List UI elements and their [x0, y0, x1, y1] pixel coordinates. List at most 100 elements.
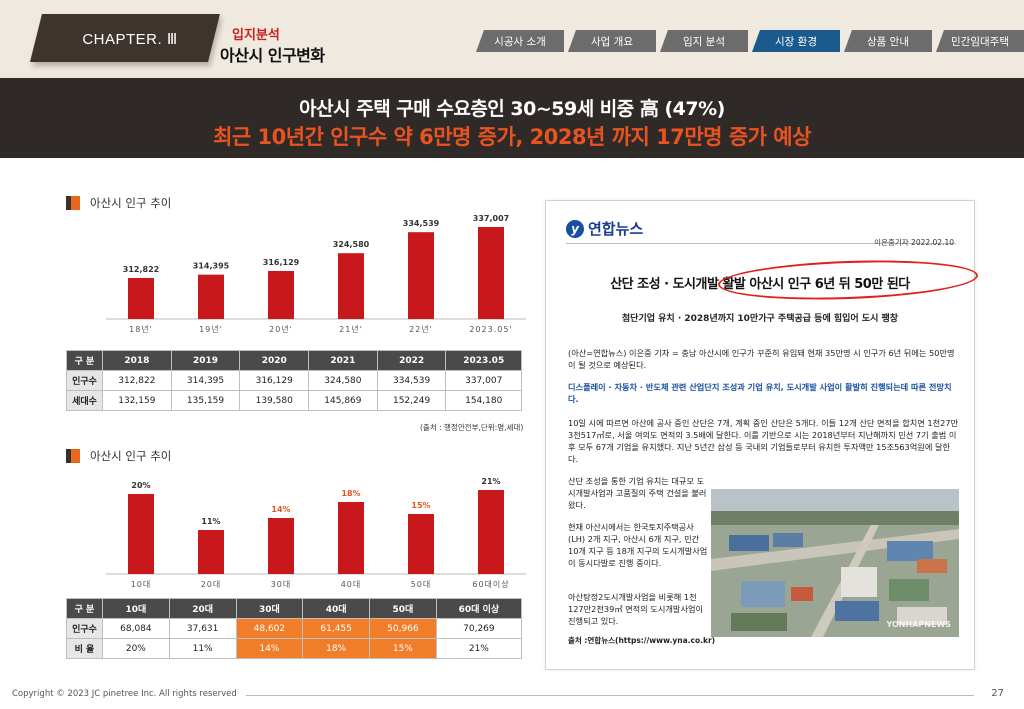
- table-header-row: 구 분 2018 2019 2020 2021 2022 2023.05: [66, 350, 522, 371]
- nav-tab-company[interactable]: 시공사 소개: [476, 30, 564, 52]
- table-row: 인구수 312,822 314,395 316,129 324,580 334,…: [66, 370, 522, 391]
- table-header-cell: 2023.05: [445, 350, 522, 371]
- table-header-cell: 60대 이상: [435, 598, 523, 619]
- chart-bar: [338, 253, 364, 319]
- table-cell: 314,395: [170, 370, 241, 391]
- age-distribution-title: 아산시 인구 추이: [66, 448, 171, 464]
- x-tick-label: 60대이상: [472, 579, 509, 589]
- news-logo: y 연합뉴스: [566, 218, 643, 239]
- row-label: 세대수: [66, 390, 103, 411]
- data-label: 314,395: [193, 262, 230, 271]
- nav-tab-rental[interactable]: 민간임대주택: [936, 30, 1024, 52]
- aerial-photo-illustration: [711, 489, 959, 637]
- page-number: 27: [991, 688, 1004, 699]
- top-nav: 시공사 소개 사업 개요 입지 분석 시장 환경 상품 안내 민간임대주택: [476, 30, 1024, 52]
- chart-bar: [128, 494, 154, 574]
- table-cell: 70,269: [435, 618, 523, 639]
- section-bullet-icon: [66, 449, 80, 463]
- population-table: 구 분 2018 2019 2020 2021 2022 2023.05 인구수…: [66, 350, 522, 411]
- table-cell-highlight: 18%: [302, 638, 370, 659]
- table-cell: 334,539: [376, 370, 447, 391]
- yonhap-logo-icon: y: [566, 219, 584, 238]
- news-paragraph: 10일 시에 따르면 아산에 공사 중인 산단은 7개, 계획 중인 산단은 5…: [568, 418, 959, 464]
- chart-bar: [198, 530, 224, 574]
- data-label: 18%: [341, 489, 360, 498]
- nav-tab-product[interactable]: 상품 안내: [844, 30, 932, 52]
- table-cell-highlight: 61,455: [302, 618, 370, 639]
- chart-bar: [408, 232, 434, 319]
- copyright: Copyright © 2023 JC pinetree Inc. All ri…: [12, 689, 237, 699]
- table-cell: 145,869: [308, 390, 378, 411]
- header: CHAPTER. Ⅲ 입지분석 아산시 인구변화 시공사 소개 사업 개요 입지…: [0, 0, 1024, 78]
- chart-bar: [268, 271, 294, 319]
- data-label: 312,822: [123, 265, 159, 274]
- table-cell: 154,180: [445, 390, 522, 411]
- banner-headline: 아산시 주택 구매 수요층인 30~59세 비중 高 (47%): [299, 98, 725, 120]
- news-paragraph: 산단 조성을 통한 기업 유치는 대규모 도시개발사업과 고품질의 주택 건설을…: [568, 476, 707, 510]
- x-tick-label: 21년': [339, 324, 363, 334]
- x-tick-label: 19년': [199, 324, 223, 334]
- row-label: 인구수: [66, 618, 103, 639]
- table-cell: 37,631: [168, 618, 237, 639]
- age-bar-chart: 20% 10대 11% 20대 14% 30대 18% 40대 15% 50대 21% 60대이상: [106, 477, 526, 589]
- table-header-cell: 40대: [302, 598, 370, 619]
- x-tick-label: 20년': [269, 324, 293, 334]
- page-title: 아산시 인구변화: [220, 46, 325, 65]
- photo-watermark: YONHAPNEWS: [886, 620, 952, 629]
- x-tick-label: 50대: [411, 580, 432, 589]
- news-paragraph-highlight: 디스플레이 · 자동차 · 반도체 관련 산업단지 조성과 기업 유치, 도시개…: [568, 382, 952, 404]
- data-label: 316,129: [263, 258, 300, 267]
- news-logo-text: 연합뉴스: [588, 220, 644, 238]
- nav-tab-market[interactable]: 시장 환경: [752, 30, 840, 52]
- table-header-cell: 구 분: [66, 350, 103, 371]
- x-tick-label: 10대: [131, 580, 152, 589]
- table-row: 세대수 132,159 135,159 139,580 145,869 152,…: [66, 390, 522, 411]
- data-label: 21%: [481, 477, 500, 486]
- data-label: 337,007: [473, 214, 509, 223]
- chart-bar: [478, 227, 504, 319]
- nav-tab-project[interactable]: 사업 개요: [568, 30, 656, 52]
- news-paragraph: (아산=연합뉴스) 이은중 기자 = 충남 아산시에 인구가 꾸준히 유입돼 현…: [568, 348, 955, 370]
- table-header-cell: 50대: [369, 598, 437, 619]
- age-table: 구 분 10대 20대 30대 40대 50대 60대 이상 인구수 68,08…: [66, 598, 523, 659]
- news-byline: 이은중기자 2022.02.10: [874, 238, 954, 247]
- highlight-circle: [717, 256, 979, 304]
- footer-divider: [246, 695, 974, 696]
- table-header-row: 구 분 10대 20대 30대 40대 50대 60대 이상: [66, 598, 523, 619]
- chapter-label: CHAPTER. Ⅲ: [82, 31, 178, 48]
- table-cell-highlight: 15%: [369, 638, 437, 659]
- table-source: (출처 : 행정안전부,단위:명,세대): [420, 423, 524, 432]
- x-tick-label: 40대: [341, 580, 362, 589]
- nav-tab-location[interactable]: 입지 분석: [660, 30, 748, 52]
- table-cell: 21%: [435, 638, 523, 659]
- x-tick-label: 2023.05': [469, 325, 512, 334]
- table-cell: 11%: [168, 638, 237, 659]
- table-header-cell: 10대: [102, 598, 170, 619]
- table-cell-highlight: 50,966: [369, 618, 437, 639]
- table-cell: 135,159: [170, 390, 241, 411]
- table-cell: 139,580: [239, 390, 310, 411]
- data-label: 14%: [271, 505, 290, 514]
- headline-banner: 아산시 주택 구매 수요층인 30~59세 비중 高 (47%) 최근 10년간…: [0, 78, 1024, 158]
- table-cell-highlight: 14%: [235, 638, 304, 659]
- table-header-cell: 2019: [170, 350, 241, 371]
- data-label: 15%: [411, 501, 430, 510]
- row-label: 비 율: [66, 638, 103, 659]
- table-header-cell: 30대: [235, 598, 304, 619]
- table-cell: 68,084: [102, 618, 170, 639]
- table-row: 비 율 20% 11% 14% 18% 15% 21%: [66, 638, 523, 659]
- table-cell-highlight: 48,602: [235, 618, 304, 639]
- table-cell: 132,159: [102, 390, 172, 411]
- section-bullet-icon: [66, 196, 80, 210]
- chart-bar: [268, 518, 294, 574]
- table-header-cell: 20대: [168, 598, 237, 619]
- table-cell: 316,129: [239, 370, 310, 391]
- table-cell: 312,822: [102, 370, 172, 391]
- news-paragraph: 아산탕정2도시개발사업을 비롯해 1천127만2천39㎡ 면적의 도시개발사업이…: [568, 592, 704, 626]
- news-paragraph: 현재 아산시에서는 한국토지주택공사(LH) 2개 지구, 아산시 6개 지구,…: [568, 522, 708, 568]
- news-clipping: y 연합뉴스 이은중기자 2022.02.10 산단 조성 · 도시개발 활발 …: [545, 200, 979, 670]
- aerial-photo: YONHAPNEWS: [711, 489, 959, 637]
- table-header-cell: 구 분: [66, 598, 103, 619]
- table-header-cell: 2022: [376, 350, 447, 371]
- data-label: 20%: [131, 481, 150, 490]
